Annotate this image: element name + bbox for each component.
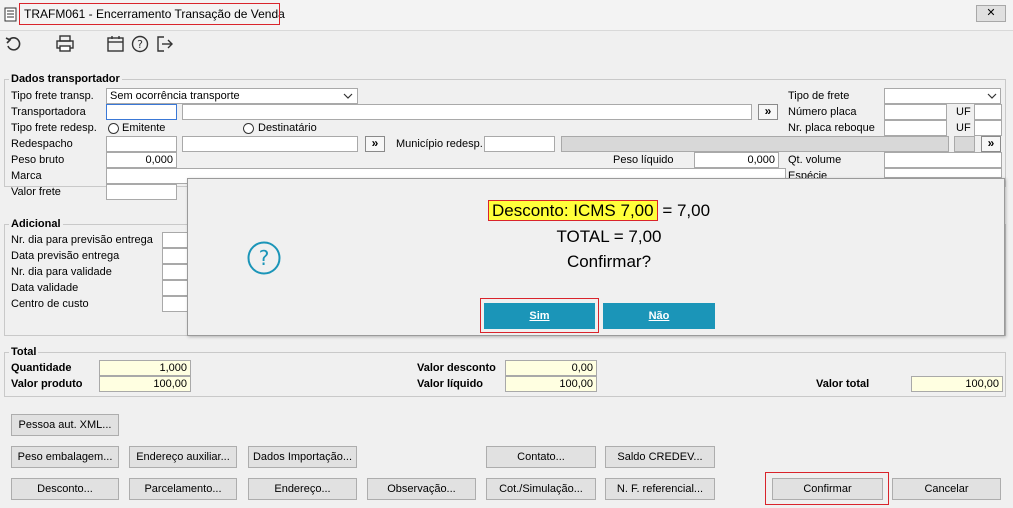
calendar-icon[interactable] (106, 34, 126, 54)
peso-liquido-input[interactable]: 0,000 (694, 152, 779, 168)
sim-button[interactable]: Sim (484, 303, 595, 329)
valor-frete-label: Valor frete (11, 186, 61, 198)
transportadora-label: Transportadora (11, 106, 86, 118)
especie-input[interactable] (884, 168, 1002, 178)
numero-placa-label: Número placa (788, 106, 857, 118)
radio-destinatario-label: Destinatário (258, 122, 317, 134)
redespacho-label: Redespacho (11, 138, 73, 150)
municipio-redesp-label: Município redesp. (396, 138, 483, 150)
quantidade-label: Quantidade (11, 362, 72, 374)
pessoa-aut-xml-button[interactable]: Pessoa aut. XML... (11, 414, 119, 436)
valor-desconto-label: Valor desconto (417, 362, 496, 374)
peso-bruto-label: Peso bruto (11, 154, 65, 166)
municipio-redesp-name-input (561, 136, 949, 152)
valor-total-label: Valor total (816, 378, 870, 390)
print-icon[interactable] (55, 34, 75, 54)
tipo-frete-transp-label: Tipo frete transp. (11, 90, 94, 102)
adicional-legend: Adicional (9, 218, 63, 230)
nr-dia-validade-input[interactable] (162, 264, 188, 280)
dialog-desconto-line: Desconto: ICMS 7,00 = 7,00 (488, 200, 710, 222)
municipio-lookup-button[interactable]: » (981, 136, 1001, 152)
adicional-field-label: Data validade (11, 282, 79, 294)
placa-uf-label: UF (956, 106, 971, 118)
nao-button[interactable]: Não (603, 303, 715, 329)
tipo-frete-redesp-label: Tipo frete redesp. (11, 122, 97, 134)
cancelar-button[interactable]: Cancelar (892, 478, 1001, 500)
placa-uf-input[interactable] (974, 104, 1002, 120)
desconto-highlight: Desconto: ICMS 7,00 (488, 200, 658, 221)
title-highlight-box (19, 3, 280, 25)
municipio-redesp-code-input[interactable] (484, 136, 555, 152)
svg-text:?: ? (137, 38, 143, 51)
nr-dia-previsao-input[interactable] (162, 232, 188, 248)
redespacho-lookup-button[interactable]: » (365, 136, 385, 152)
contato-button[interactable]: Contato... (486, 446, 596, 468)
total-legend: Total (9, 346, 39, 358)
desconto-button[interactable]: Desconto... (11, 478, 119, 500)
adicional-field-label: Data previsão entrega (11, 250, 120, 262)
desconto-value: = 7,00 (662, 201, 711, 220)
question-icon: ? (247, 241, 281, 275)
reboque-uf-input[interactable] (974, 120, 1002, 136)
quantidade-input[interactable]: 1,000 (99, 360, 191, 376)
centro-custo-input[interactable] (162, 296, 188, 312)
dialog-question: Confirmar? (566, 252, 652, 271)
transportadora-lookup-button[interactable]: » (758, 104, 778, 120)
undo-icon[interactable] (4, 34, 24, 54)
peso-embalagem-button[interactable]: Peso embalagem... (11, 446, 119, 468)
marca-label: Marca (11, 170, 42, 182)
document-icon (4, 7, 17, 22)
transportadora-name-input[interactable] (182, 104, 752, 120)
valor-produto-label: Valor produto (11, 378, 83, 390)
valor-liquido-label: Valor líquido (417, 378, 484, 390)
nr-placa-reboque-label: Nr. placa reboque (788, 122, 875, 134)
tipo-frete-transp-value: Sem ocorrência transporte (110, 90, 240, 102)
redespacho-code-input[interactable] (106, 136, 177, 152)
valor-desconto-input[interactable]: 0,00 (505, 360, 597, 376)
endereco-button[interactable]: Endereço... (248, 478, 357, 500)
chevron-down-icon (987, 93, 997, 99)
transportadora-code-input[interactable] (106, 104, 177, 120)
radio-emitente[interactable] (108, 123, 119, 134)
qt-volume-label: Qt. volume (788, 154, 842, 166)
qt-volume-input[interactable] (884, 152, 1002, 168)
placa-reboque-input[interactable] (884, 120, 947, 136)
radio-destinatario[interactable] (243, 123, 254, 134)
tipo-de-frete-select[interactable] (884, 88, 1001, 104)
chevron-down-icon (343, 93, 353, 99)
observacao-button[interactable]: Observação... (367, 478, 476, 500)
parcelamento-button[interactable]: Parcelamento... (129, 478, 237, 500)
radio-emitente-label: Emitente (122, 122, 166, 134)
nf-referencial-button[interactable]: N. F. referencial... (605, 478, 715, 500)
peso-liquido-label: Peso líquido (613, 154, 674, 166)
data-previsao-input[interactable] (162, 248, 188, 264)
transportador-legend: Dados transportador (9, 73, 122, 85)
valor-produto-input[interactable]: 100,00 (99, 376, 191, 392)
reboque-uf-label: UF (956, 122, 971, 134)
numero-placa-input[interactable] (884, 104, 947, 120)
valor-frete-input[interactable] (106, 184, 177, 200)
adicional-field-label: Nr. dia para validade (11, 266, 112, 278)
help-icon[interactable]: ? (130, 34, 150, 54)
adicional-field-label: Nr. dia para previsão entrega (11, 234, 153, 246)
valor-liquido-input[interactable]: 100,00 (505, 376, 597, 392)
redespacho-name-input[interactable] (182, 136, 358, 152)
endereco-auxiliar-button[interactable]: Endereço auxiliar... (129, 446, 237, 468)
svg-text:?: ? (259, 246, 270, 270)
confirmar-button[interactable]: Confirmar (772, 478, 883, 500)
municipio-redesp-uf-input (954, 136, 975, 152)
tipo-frete-transp-select[interactable]: Sem ocorrência transporte (106, 88, 358, 104)
cot-simulacao-button[interactable]: Cot./Simulação... (486, 478, 596, 500)
data-validade-input[interactable] (162, 280, 188, 296)
tipo-de-frete-label: Tipo de frete (788, 90, 850, 102)
adicional-field-label: Centro de custo (11, 298, 89, 310)
valor-total-input[interactable]: 100,00 (911, 376, 1003, 392)
exit-icon[interactable] (155, 34, 175, 54)
saldo-credev-button[interactable]: Saldo CREDEV... (605, 446, 715, 468)
peso-bruto-input[interactable]: 0,000 (106, 152, 177, 168)
close-button[interactable]: ✕ (976, 5, 1006, 22)
dialog-total-line: TOTAL = 7,00 (556, 227, 662, 246)
dados-importacao-button[interactable]: Dados Importação... (248, 446, 357, 468)
